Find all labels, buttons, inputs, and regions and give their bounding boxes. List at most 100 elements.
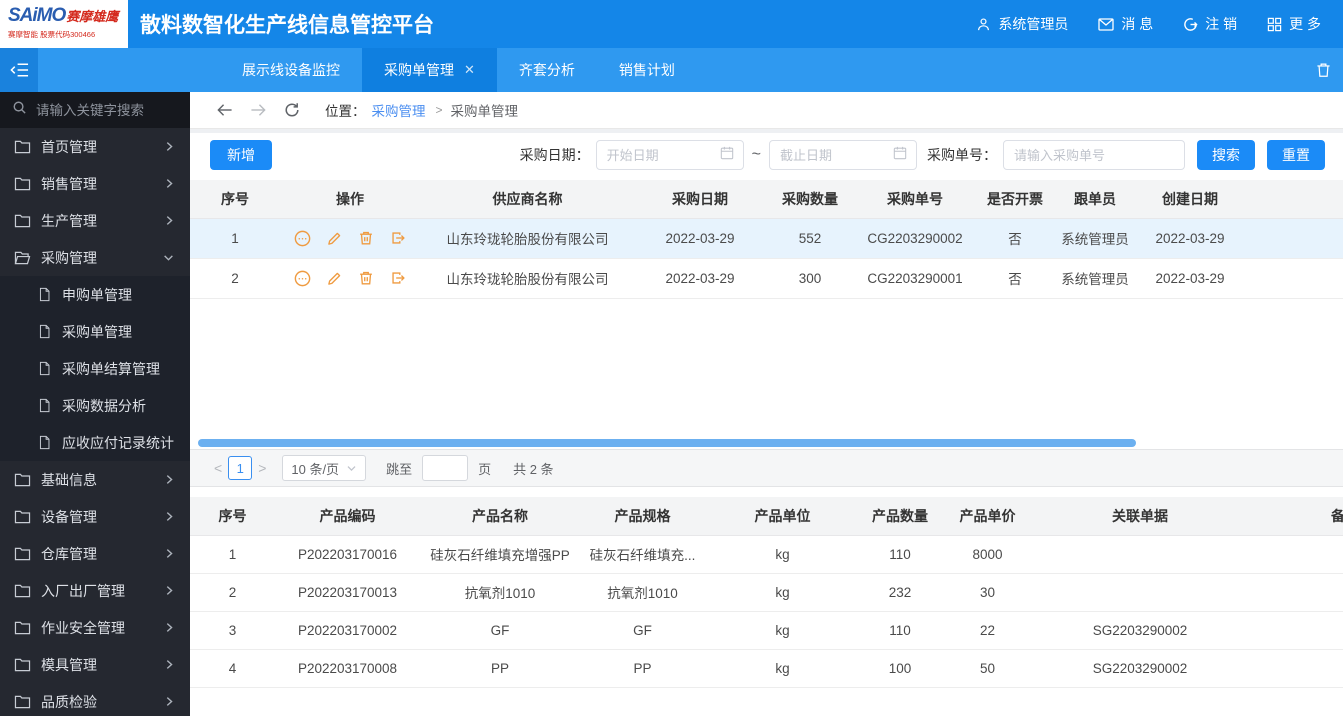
- folder-icon: [14, 620, 32, 635]
- close-icon[interactable]: ✕: [464, 62, 475, 78]
- jump-page-input[interactable]: [422, 455, 469, 481]
- cell-product-name: PP: [420, 649, 580, 688]
- back-icon[interactable]: [216, 103, 233, 117]
- company-logo: SAiMO 赛摩雄鹰 赛摩智能 股票代码300466: [0, 0, 128, 48]
- sidebar-item-quality-inspection[interactable]: 品质检验: [0, 683, 190, 716]
- cell-product-name: 硅灰石纤维填充增强PP: [420, 535, 580, 574]
- purchase-date-label: 采购日期：: [519, 147, 590, 163]
- cell-remark: [1245, 611, 1343, 650]
- chevron-down-icon: [346, 463, 357, 474]
- sidebar-item-entry-exit[interactable]: 入厂出厂管理: [0, 572, 190, 609]
- tab-sales-plan[interactable]: 销售计划: [597, 48, 697, 92]
- cell-product-spec: 抗氧剂1010: [580, 573, 705, 612]
- next-page-button[interactable]: >: [252, 460, 272, 476]
- refresh-icon[interactable]: [284, 102, 300, 118]
- search-input[interactable]: [36, 102, 168, 118]
- current-page-button[interactable]: 1: [228, 456, 253, 480]
- table-row[interactable]: 1 P202203170016 硅灰石纤维填充增强PP 硅灰石纤维填充... k…: [190, 535, 1343, 574]
- messages-menu[interactable]: 消 息: [1098, 14, 1153, 34]
- horizontal-scrollbar[interactable]: [190, 437, 1343, 449]
- delete-icon[interactable]: [357, 229, 375, 247]
- edit-icon[interactable]: [326, 269, 344, 287]
- prev-page-button[interactable]: <: [208, 460, 228, 476]
- tab-kit-analysis[interactable]: 齐套分析: [497, 48, 597, 92]
- clear-tabs-trash-icon[interactable]: [1316, 62, 1331, 78]
- grid-icon: [1267, 17, 1282, 32]
- sidebar-item-sales[interactable]: 销售管理: [0, 165, 190, 202]
- sidebar-item-equipment[interactable]: 设备管理: [0, 498, 190, 535]
- user-icon: [976, 17, 991, 32]
- sidebar-item-purchase[interactable]: 采购管理: [0, 239, 190, 276]
- col-tracker: 跟单员: [1055, 180, 1135, 219]
- cell-invoiced: 否: [975, 258, 1055, 299]
- sidebar-item-purchase-order[interactable]: 采购单管理: [0, 313, 190, 350]
- start-date-field[interactable]: [595, 140, 744, 170]
- forward-icon[interactable]: [250, 103, 267, 117]
- logo-brand-cn-text: 赛摩雄鹰: [66, 9, 119, 24]
- sidebar-item-work-safety[interactable]: 作业安全管理: [0, 609, 190, 646]
- sidebar-item-production[interactable]: 生产管理: [0, 202, 190, 239]
- comment-icon[interactable]: [293, 269, 312, 288]
- cell-purchase-date: 2022-03-29: [635, 258, 765, 299]
- breadcrumb-label: 位置：: [325, 104, 366, 119]
- document-icon: [38, 361, 53, 376]
- breadcrumb-separator: >: [435, 103, 443, 117]
- sidebar-search[interactable]: [0, 92, 190, 128]
- open-tabs: 展示线设备监控 采购单管理 ✕ 齐套分析 销售计划: [220, 48, 697, 92]
- scrollbar-thumb[interactable]: [198, 439, 1136, 447]
- page-size-select[interactable]: 10 条/页: [282, 455, 367, 481]
- logout-menu[interactable]: 注 销: [1183, 14, 1237, 34]
- comment-icon[interactable]: [293, 229, 312, 248]
- order-no-field[interactable]: [1003, 140, 1185, 170]
- tab-purchase-order-management[interactable]: 采购单管理 ✕: [362, 48, 497, 92]
- sidebar-item-home[interactable]: 首页管理: [0, 128, 190, 165]
- sidebar-item-purchase-settlement[interactable]: 采购单结算管理: [0, 350, 190, 387]
- chevron-right-icon: [163, 547, 175, 560]
- edit-icon[interactable]: [326, 229, 344, 247]
- add-button[interactable]: 新增: [210, 140, 272, 170]
- cell-order-no: CG2203290001: [855, 258, 975, 299]
- end-date-input[interactable]: [770, 147, 893, 163]
- cell-product-price: 50: [940, 649, 1035, 688]
- search-button[interactable]: 搜索: [1197, 140, 1255, 170]
- export-icon[interactable]: [389, 229, 407, 247]
- chevron-right-icon: [163, 658, 175, 671]
- folder-icon: [14, 176, 32, 191]
- cell-product-unit: kg: [705, 649, 860, 688]
- cell-product-unit: kg: [705, 535, 860, 574]
- start-date-input[interactable]: [596, 147, 720, 163]
- date-range-separator: ~: [751, 146, 761, 163]
- page-unit-label: 页: [478, 461, 492, 477]
- sidebar-item-basic-info[interactable]: 基础信息: [0, 461, 190, 498]
- cell-remark: [1245, 649, 1343, 688]
- table-row[interactable]: 2 山东玲珑轮胎股份有限公司 2022-03-29 300 CG22032900…: [190, 258, 1343, 299]
- order-no-input[interactable]: [1004, 147, 1184, 163]
- sidebar-item-warehouse[interactable]: 仓库管理: [0, 535, 190, 572]
- user-menu[interactable]: 系统管理员: [976, 14, 1068, 34]
- reset-button[interactable]: 重置: [1267, 140, 1325, 170]
- table-row[interactable]: 4 P202203170008 PP PP kg 100 50 SG220329…: [190, 649, 1343, 688]
- export-icon[interactable]: [389, 269, 407, 287]
- table-row[interactable]: 1 山东玲珑轮胎股份有限公司 2022-03-29 552 CG22032900…: [190, 218, 1343, 259]
- user-name: 系统管理员: [998, 16, 1069, 32]
- sidebar-item-requisition-order[interactable]: 申购单管理: [0, 276, 190, 313]
- table-row[interactable]: 2 P202203170013 抗氧剂1010 抗氧剂1010 kg 232 3…: [190, 573, 1343, 612]
- tab-display-line-monitor[interactable]: 展示线设备监控: [220, 48, 362, 92]
- more-menu[interactable]: 更 多: [1267, 14, 1321, 34]
- cell-product-qty: 110: [860, 611, 940, 650]
- logout-label: 注 销: [1205, 16, 1238, 32]
- cell-product-name: 抗氧剂1010: [420, 573, 580, 612]
- chevron-right-icon: [163, 214, 175, 227]
- col-seq: 序号: [190, 180, 280, 219]
- delete-icon[interactable]: [357, 269, 375, 287]
- table-row[interactable]: 3 P202203170002 GF GF kg 110 22 SG220329…: [190, 611, 1343, 650]
- sidebar-collapse-button[interactable]: [0, 48, 38, 92]
- sidebar-item-receivable-payable-stats[interactable]: 应收应付记录统计: [0, 424, 190, 461]
- cell-quantity: 552: [765, 218, 855, 259]
- end-date-field[interactable]: [769, 140, 917, 170]
- cell-product-unit: kg: [705, 611, 860, 650]
- sidebar-item-mold[interactable]: 模具管理: [0, 646, 190, 683]
- breadcrumb-parent-link[interactable]: 采购管理: [372, 100, 426, 120]
- sidebar-item-purchase-data-analysis[interactable]: 采购数据分析: [0, 387, 190, 424]
- sidebar-menu: 首页管理 销售管理 生产管理 采购管理 申购单管理 采购单管理 采购单结算管理 …: [0, 128, 190, 716]
